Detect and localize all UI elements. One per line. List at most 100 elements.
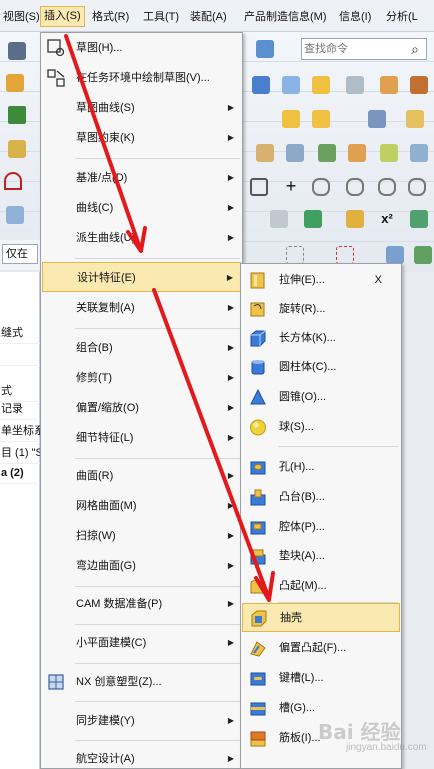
menu-view[interactable]: 视图(S) [0,7,43,27]
menu-item-sweep[interactable]: 扫掠(W) ▶ [42,521,241,551]
menu-item-associative-copy[interactable]: 关联复制(A) ▶ [42,293,241,323]
command-search[interactable]: ⌕ [301,38,427,60]
menu-item-sketch[interactable]: 草图(H)... [42,33,241,63]
surface-tool-icon[interactable] [256,144,274,162]
menu-item-sphere[interactable]: 球(S)... [242,413,400,442]
menu-item-design-feature[interactable]: 设计特征(E) ▶ [42,262,241,292]
curvature-tool-icon[interactable] [410,210,428,228]
menu-item-cylinder[interactable]: 圆柱体(C)... [242,353,400,382]
view-cube-icon[interactable] [256,40,274,58]
brush-icon[interactable] [8,140,26,158]
block-tool-icon[interactable] [252,76,270,94]
face-tool-icon[interactable] [304,210,322,228]
menu-item-hole[interactable]: 孔(H)... [242,453,400,482]
menu-item-offset-scale[interactable]: 偏置/缩放(O) ▶ [42,393,241,423]
cylinder-tool-icon[interactable] [282,76,300,94]
menu-item-facet-modeling[interactable]: 小平面建模(C) ▶ [42,628,241,658]
boolean-tool-icon[interactable] [410,76,428,94]
menu-item-curve[interactable]: 曲线(C) ▶ [42,193,241,223]
menu-item-pocket[interactable]: 腔体(P)... [242,513,400,542]
check-icon[interactable] [8,106,26,124]
menu-information[interactable]: 信息(I) [336,7,374,27]
menu-item-label: 腔体(P)... [279,521,325,533]
arc-icon[interactable] [4,172,22,190]
menu-item-combine[interactable]: 组合(B) ▶ [42,333,241,363]
menu-item-label: 组合(B) [76,342,113,354]
menu-item-block[interactable]: 长方体(K)... [242,324,400,353]
part-icon[interactable] [6,74,24,92]
sphere-icon [248,418,268,437]
menu-item-boss[interactable]: 凸台(B)... [242,483,400,512]
patch-tool-icon[interactable] [410,144,428,162]
menu-item-shell[interactable]: 抽壳 [242,603,400,632]
spline-tool-icon[interactable] [250,178,268,196]
menu-pmi[interactable]: 产品制造信息(M) [241,7,330,27]
mesh-tool-icon[interactable] [286,144,304,162]
navigator-row[interactable]: 缝式 [0,322,40,344]
menu-item-sketch-in-task[interactable]: 在任务环境中绘制草图(V)... [42,63,241,93]
render-tool-icon[interactable] [386,246,404,264]
search-icon[interactable]: ⌕ [407,41,423,57]
menu-assembly[interactable]: 装配(A) [187,7,230,27]
menu-analysis[interactable]: 分析(L [383,7,421,27]
combine-curve-tool-icon[interactable] [408,178,426,196]
law-tool-icon[interactable] [318,144,336,162]
menu-item-offset-emboss[interactable]: 偏置凸起(F)... [242,634,400,663]
menu-item-flange-surface[interactable]: 弯边曲面(G) ▶ [42,551,241,581]
menu-item-revolve[interactable]: 旋转(R)... [242,295,400,324]
menu-item-aerospace-design[interactable]: 航空设计(A) ▶ [42,744,241,769]
emboss-icon [248,577,268,596]
wave-tool-icon[interactable] [346,210,364,228]
menu-item-datum-point[interactable]: 基准/点(D) ▶ [42,163,241,193]
navigator-row[interactable]: 单坐标系 [0,420,40,442]
menu-item-sketch-curve[interactable]: 草图曲线(S) ▶ [42,93,241,123]
point-tool-icon[interactable]: + [282,177,300,196]
offset-emboss-icon [248,639,268,658]
snap-tool-icon[interactable] [286,246,304,264]
menu-item-trim[interactable]: 修剪(T) ▶ [42,363,241,393]
menu-item-label: 球(S)... [279,421,314,433]
navigator-row[interactable]: 目 (1) "S [0,442,40,464]
bridge-tool-icon[interactable] [380,144,398,162]
menu-item-extrude[interactable]: 拉伸(E)... X [242,266,400,295]
select-box-tool-icon[interactable] [336,246,354,264]
menu-item-detail-feature[interactable]: 细节特征(L) ▶ [42,423,241,453]
spring-tool-icon[interactable] [368,110,386,128]
feature-tool-icon[interactable] [312,76,330,94]
filter-dropdown[interactable]: 仅在 [2,244,38,264]
mirror-icon[interactable] [6,206,24,224]
menu-item-pad[interactable]: 垫块(A)... [242,542,400,571]
shortcut-label: X [374,274,382,286]
save-icon[interactable] [8,42,26,60]
shell-tool-icon[interactable] [406,110,424,128]
navigator-row[interactable] [0,344,40,366]
menu-item-emboss[interactable]: 凸起(M)... [242,572,400,601]
section-tool-icon[interactable] [270,210,288,228]
menu-item-sketch-constraint[interactable]: 草图约束(K) ▶ [42,123,241,153]
navigator-row[interactable]: 记录 [0,398,40,420]
submenu-arrow-icon: ▶ [227,531,234,540]
expression-tool-icon[interactable]: x² [378,210,396,228]
menu-item-mesh-surface[interactable]: 网格曲面(M) ▶ [42,491,241,521]
menu-item-cam-data-prep[interactable]: CAM 数据准备(P) ▶ [42,589,241,619]
menu-item-surface[interactable]: 曲面(R) ▶ [42,461,241,491]
menu-tools[interactable]: 工具(T) [140,7,182,27]
subtract-tool-icon[interactable] [312,110,330,128]
command-search-input[interactable] [304,41,404,57]
display-tool-icon[interactable] [414,246,432,264]
menu-format[interactable]: 格式(R) [89,7,132,27]
unite-tool-icon[interactable] [282,110,300,128]
menu-item-cone[interactable]: 圆锥(O)... [242,383,400,412]
menu-item-derived-curve[interactable]: 派生曲线(U) ▶ [42,223,241,253]
thread-tool-icon[interactable] [346,76,364,94]
pattern-tool-icon[interactable] [380,76,398,94]
curve-tool-icon[interactable] [312,178,330,196]
menu-item-slot[interactable]: 键槽(L)... [242,664,400,693]
sweep-tool-icon[interactable] [348,144,366,162]
menu-item-nx-realize-shape[interactable]: NX 创意塑型(Z)... [42,667,241,697]
menu-item-synchronous-modeling[interactable]: 同步建模(Y) ▶ [42,706,241,736]
offset-curve-tool-icon[interactable] [346,178,364,196]
menu-insert[interactable]: 插入(S) [40,6,85,27]
project-curve-tool-icon[interactable] [378,178,396,196]
navigator-row[interactable]: a (2) [0,462,40,484]
